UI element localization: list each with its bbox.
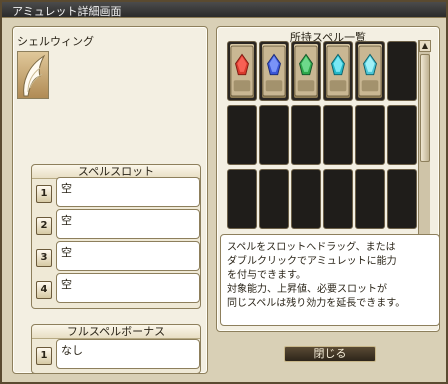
info-line: 同じスペルは残り効力を延長できます。 (227, 298, 406, 309)
amulet-panel: シェルウィング スペルスロット 1 空 2 空 3 空 4 空 フルスペルボーナ… (12, 26, 208, 374)
white-wing-icon (17, 51, 49, 99)
spell-card[interactable] (323, 41, 353, 101)
empty-spell-cell[interactable] (227, 169, 257, 229)
info-line: 対象能力、上昇値、必要スロットが (227, 284, 387, 295)
empty-spell-cell[interactable] (387, 41, 417, 101)
spell-slot-field[interactable]: 空 (56, 273, 200, 303)
empty-spell-cell[interactable] (355, 105, 385, 165)
red-crystal-card-icon (230, 44, 254, 98)
slot-number: 3 (36, 249, 52, 267)
bonus-row: 1 なし (36, 339, 200, 369)
spell-slot-row[interactable]: 1 空 (36, 177, 200, 207)
scroll-thumb[interactable] (420, 54, 430, 162)
spell-card[interactable] (291, 41, 321, 101)
slot-number: 1 (36, 185, 52, 203)
amulet-name: シェルウィング (17, 35, 94, 48)
empty-spell-cell[interactable] (259, 169, 289, 229)
spell-slot-row[interactable]: 4 空 (36, 273, 200, 303)
blue-crystal-card-icon (262, 44, 286, 98)
spell-slot-field[interactable]: 空 (56, 177, 200, 207)
empty-spell-cell[interactable] (323, 105, 353, 165)
spell-slot-row[interactable]: 3 空 (36, 241, 200, 271)
empty-spell-cell[interactable] (227, 105, 257, 165)
spell-slot-field[interactable]: 空 (56, 241, 200, 271)
empty-spell-cell[interactable] (291, 105, 321, 165)
spell-slot-row[interactable]: 2 空 (36, 209, 200, 239)
info-line: ダブルクリックでアミュレットに能力 (227, 256, 397, 267)
window-title: アミュレット詳細画面 (12, 5, 122, 18)
spell-card[interactable] (259, 41, 289, 101)
spell-card[interactable] (227, 41, 257, 101)
info-text-box: スペルをスロットへドラッグ、または ダブルクリックでアミュレットに能力 を付与で… (220, 234, 440, 326)
bonus-number: 1 (36, 347, 52, 365)
title-bar[interactable]: アミュレット詳細画面 (2, 2, 446, 18)
green-crystal-card-icon (294, 44, 318, 98)
spell-slot-section: スペルスロット 1 空 2 空 3 空 4 空 (31, 164, 201, 309)
bonus-field: なし (56, 339, 200, 369)
slot-number: 2 (36, 217, 52, 235)
full-spell-bonus-section: フルスペルボーナス 1 なし (31, 324, 201, 374)
info-line: を付与できます。 (227, 270, 306, 281)
empty-spell-cell[interactable] (387, 169, 417, 229)
scroll-up-arrow-icon[interactable]: ▲ (419, 40, 431, 52)
spell-slot-field[interactable]: 空 (56, 209, 200, 239)
info-line: スペルをスロットへドラッグ、または (227, 242, 396, 253)
cyan-crystal-card-icon (326, 44, 350, 98)
empty-spell-cell[interactable] (259, 105, 289, 165)
empty-spell-cell[interactable] (291, 169, 321, 229)
slot-number: 4 (36, 281, 52, 299)
spell-card[interactable] (355, 41, 385, 101)
amulet-detail-window: アミュレット詳細画面 シェルウィング スペルスロット 1 空 2 空 3 空 4… (0, 0, 448, 384)
empty-spell-cell[interactable] (323, 169, 353, 229)
full-spell-bonus-header: フルスペルボーナス (32, 325, 200, 339)
close-button[interactable]: 閉じる (284, 346, 376, 362)
cyan-crystal-card-icon (358, 44, 382, 98)
empty-spell-cell[interactable] (387, 105, 417, 165)
empty-spell-cell[interactable] (355, 169, 385, 229)
